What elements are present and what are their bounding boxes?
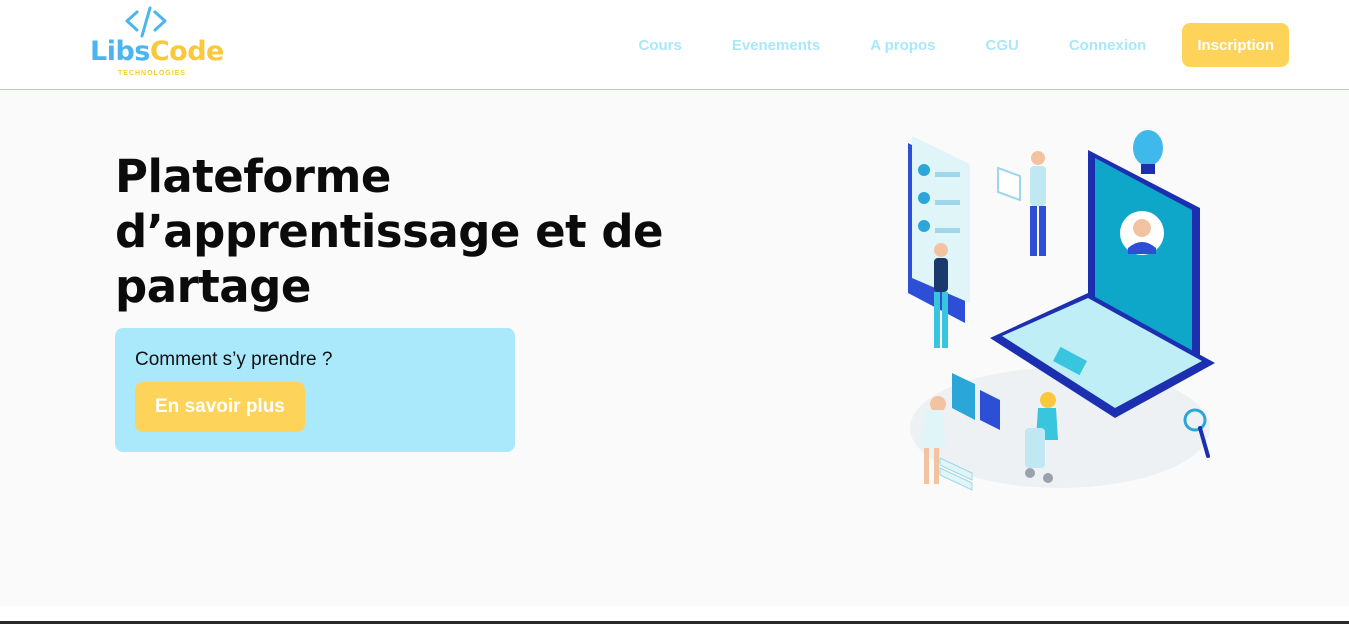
brand-tagline: TECHNOLOGIES	[118, 70, 187, 77]
cta-card: Comment s’y prendre ? En savoir plus	[115, 328, 515, 452]
brand-logo[interactable]: LibsCode TECHNOLOGIES	[90, 6, 230, 82]
e-learning-illustration	[908, 130, 1215, 491]
cta-question: Comment s’y prendre ?	[135, 349, 333, 370]
brand-wordmark: LibsCode	[90, 36, 224, 67]
signup-button[interactable]: Inscription	[1182, 23, 1289, 67]
nav-link-a-propos[interactable]: A propos	[870, 37, 935, 54]
brand-name-code: Code	[149, 36, 225, 67]
code-brackets-icon	[125, 6, 167, 38]
brand-name-libs: Libs	[90, 36, 150, 67]
main-nav: Cours Evenements A propos CGU Connexion …	[638, 23, 1289, 67]
hero-title: Plateforme d’apprentissage et de partage	[115, 150, 664, 313]
nav-link-evenements[interactable]: Evenements	[732, 37, 820, 54]
nav-link-cgu[interactable]: CGU	[985, 37, 1018, 54]
nav-link-connexion[interactable]: Connexion	[1069, 37, 1147, 54]
site-header: LibsCode TECHNOLOGIES Cours Evenements A…	[0, 0, 1349, 90]
learn-more-button[interactable]: En savoir plus	[135, 382, 305, 432]
nav-link-cours[interactable]: Cours	[638, 37, 681, 54]
